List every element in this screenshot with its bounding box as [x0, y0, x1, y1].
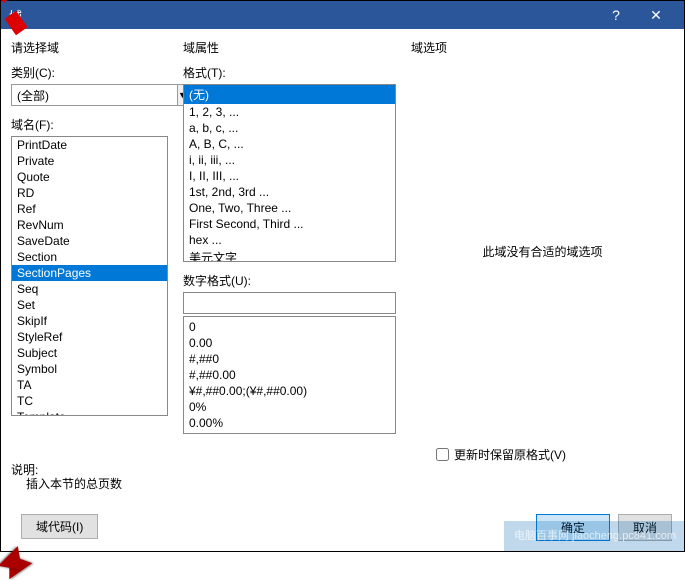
list-item[interactable]: Section — [12, 249, 167, 265]
list-item[interactable]: RD — [12, 185, 167, 201]
format-label: 格式(T): — [183, 64, 396, 81]
list-item[interactable]: Ref — [12, 201, 167, 217]
list-item[interactable]: ¥#,##0.00;(¥#,##0.00) — [184, 383, 395, 399]
field-listbox[interactable]: PrintDatePrivateQuoteRDRefRevNumSaveDate… — [11, 136, 168, 416]
list-item[interactable]: Subject — [12, 345, 167, 361]
list-item[interactable]: A, B, C, ... — [184, 136, 395, 152]
list-item[interactable]: Private — [12, 153, 167, 169]
list-item[interactable]: Quote — [12, 169, 167, 185]
list-item[interactable]: TC — [12, 393, 167, 409]
numeric-format-listbox[interactable]: 00.00#,##0#,##0.00¥#,##0.00;(¥#,##0.00)0… — [183, 316, 396, 434]
list-item[interactable]: (无) — [184, 85, 395, 104]
list-item[interactable]: SaveDate — [12, 233, 167, 249]
middle-panel: 域属性 格式(T): (无)1, 2, 3, ...a, b, c, ...A,… — [173, 29, 401, 553]
category-input[interactable] — [11, 84, 178, 106]
category-combo[interactable]: ▼ — [11, 84, 168, 106]
field-code-button[interactable]: 域代码(I) — [21, 514, 98, 539]
numeric-format-input[interactable] — [183, 292, 396, 314]
numeric-format-label: 数字格式(U): — [183, 272, 396, 289]
preserve-label: 更新时保留原格式(V) — [454, 446, 566, 463]
list-item[interactable]: SectionPages — [12, 265, 167, 281]
list-item[interactable]: 0% — [184, 399, 395, 415]
field-options-label: 域选项 — [411, 39, 674, 56]
list-item[interactable]: #,##0.00 — [184, 367, 395, 383]
list-item[interactable]: TA — [12, 377, 167, 393]
preserve-checkbox-input[interactable] — [436, 448, 449, 461]
list-item[interactable]: I, II, III, ... — [184, 168, 395, 184]
field-props-label: 域属性 — [183, 39, 396, 56]
list-item[interactable]: RevNum — [12, 217, 167, 233]
select-field-label: 请选择域 — [11, 39, 168, 56]
category-label: 类别(C): — [11, 64, 168, 81]
list-item[interactable]: Template — [12, 409, 167, 416]
format-listbox[interactable]: (无)1, 2, 3, ...a, b, c, ...A, B, C, ...i… — [183, 84, 396, 262]
dialog-title: 域 — [9, 6, 596, 25]
list-item[interactable]: i, ii, iii, ... — [184, 152, 395, 168]
list-item[interactable]: Symbol — [12, 361, 167, 377]
list-item[interactable]: 0.00% — [184, 415, 395, 431]
dialog-buttons: 确定 取消 — [536, 514, 672, 541]
list-item[interactable]: hex ... — [184, 232, 395, 248]
preserve-format-checkbox[interactable]: 更新时保留原格式(V) — [436, 446, 566, 463]
fieldname-label: 域名(F): — [11, 116, 168, 133]
list-item[interactable]: a, b, c, ... — [184, 120, 395, 136]
list-item[interactable]: Seq — [12, 281, 167, 297]
help-button[interactable]: ? — [596, 7, 636, 23]
list-item[interactable]: 0.00 — [184, 335, 395, 351]
ok-button[interactable]: 确定 — [536, 514, 610, 541]
list-item[interactable]: PrintDate — [12, 137, 167, 153]
list-item[interactable]: 0 — [184, 319, 395, 335]
title-bar: 域 ? ✕ — [1, 1, 684, 29]
list-item[interactable]: 美元文字 — [184, 248, 395, 262]
list-item[interactable]: One, Two, Three ... — [184, 200, 395, 216]
list-item[interactable]: Set — [12, 297, 167, 313]
list-item[interactable]: SkipIf — [12, 313, 167, 329]
list-item[interactable]: 1, 2, 3, ... — [184, 104, 395, 120]
description-text: 插入本节的总页数 — [16, 469, 132, 498]
list-item[interactable]: StyleRef — [12, 329, 167, 345]
list-item[interactable]: #,##0 — [184, 351, 395, 367]
right-panel: 域选项 此域没有合适的域选项 更新时保留原格式(V) 确定 取消 — [401, 29, 684, 553]
list-item[interactable]: First Second, Third ... — [184, 216, 395, 232]
close-button[interactable]: ✕ — [636, 7, 676, 24]
no-options-message: 此域没有合适的域选项 — [401, 243, 684, 260]
list-item[interactable]: 1st, 2nd, 3rd ... — [184, 184, 395, 200]
cancel-button[interactable]: 取消 — [618, 514, 672, 541]
